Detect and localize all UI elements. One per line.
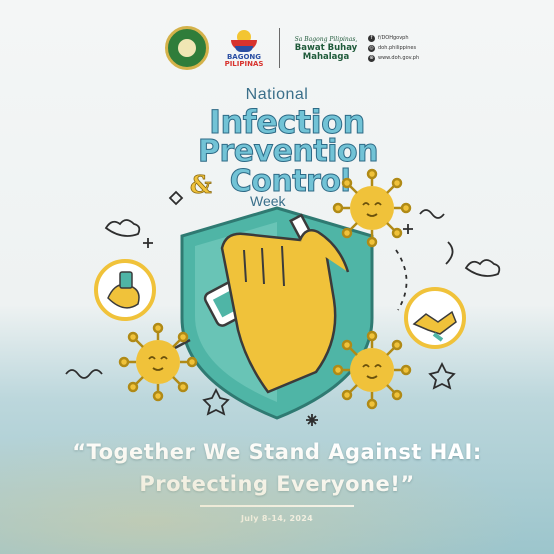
handwashing-icon <box>94 259 156 321</box>
virus-icon-right <box>332 330 412 410</box>
theme-line2: Protecting Everyone!” <box>139 472 415 496</box>
event-date: July 8-14, 2024 <box>240 514 314 523</box>
handshake-icon <box>404 287 466 349</box>
virus-icon-top-right <box>332 168 412 248</box>
poster: BAGONG PILIPINAS Sa Bagong Pilipinas, Ba… <box>0 0 554 554</box>
theme-quote: “Together We Stand Against HAI: Protecti… <box>0 436 554 500</box>
theme-line1: “Together We Stand Against HAI: <box>72 440 482 464</box>
virus-icon-left <box>118 322 198 402</box>
theme-underline <box>200 505 354 507</box>
